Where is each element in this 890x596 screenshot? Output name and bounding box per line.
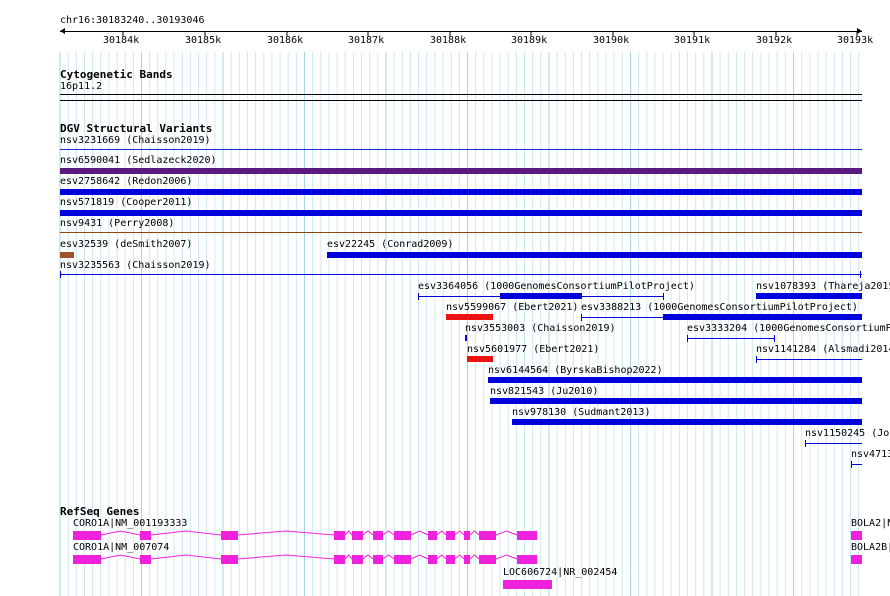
gene-feature[interactable] [851, 531, 862, 540]
gene-exon[interactable] [446, 555, 455, 564]
gene-exon[interactable] [394, 555, 411, 564]
gene-exon[interactable] [464, 531, 470, 540]
gene-exon[interactable] [73, 555, 101, 564]
gene-exon[interactable] [428, 555, 437, 564]
gene-exon[interactable] [73, 531, 101, 540]
gene-exon[interactable] [446, 531, 455, 540]
gene-exon[interactable] [479, 555, 496, 564]
gene-exon[interactable] [140, 555, 151, 564]
gene-exon[interactable] [479, 531, 496, 540]
gene-label: CORO1A|NM_007074 [73, 542, 170, 553]
gene-exon[interactable] [352, 555, 363, 564]
genome-browser-view: chr16:30183240..30193046 30184k 30185k 3… [0, 0, 890, 596]
gene-exon[interactable] [352, 531, 363, 540]
gene-exon[interactable] [464, 555, 470, 564]
gene-exon[interactable] [373, 531, 383, 540]
gene-exon[interactable] [221, 531, 238, 540]
gene-exon[interactable] [394, 531, 411, 540]
gene-model-coro1a-1[interactable] [0, 0, 890, 596]
gene-exon[interactable] [517, 555, 537, 564]
gene-exon[interactable] [428, 531, 437, 540]
gene-feature[interactable] [503, 580, 552, 589]
gene-label: LOC606724|NR_002454 [503, 567, 618, 578]
gene-label: BOLA2B| [851, 542, 890, 553]
gene-exon[interactable] [334, 555, 345, 564]
gene-exon[interactable] [517, 531, 537, 540]
gene-feature[interactable] [851, 555, 862, 564]
gene-exon[interactable] [221, 555, 238, 564]
gene-exon[interactable] [334, 531, 345, 540]
gene-label: BOLA2|N [851, 518, 890, 529]
gene-exon[interactable] [373, 555, 383, 564]
gene-exon[interactable] [140, 531, 151, 540]
